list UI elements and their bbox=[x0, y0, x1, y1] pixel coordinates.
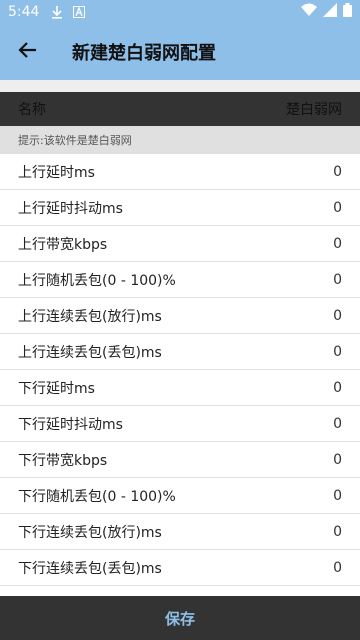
list-item[interactable]: 下行连续丢包(放行)ms 0 bbox=[0, 514, 360, 550]
list-item[interactable]: 上行连续丢包(丢包)ms 0 bbox=[0, 334, 360, 370]
item-value[interactable]: 0 bbox=[333, 452, 342, 468]
list-item[interactable]: 下行延时ms 0 bbox=[0, 370, 360, 406]
status-time: 5:44 bbox=[8, 4, 40, 20]
item-value[interactable]: 0 bbox=[333, 524, 342, 540]
item-label: 上行延时抖动ms bbox=[18, 200, 123, 217]
item-label: 下行连续丢包(放行)ms bbox=[18, 524, 162, 541]
status-bar: 5:44 bbox=[0, 0, 360, 24]
item-value[interactable]: 0 bbox=[333, 200, 342, 216]
item-value[interactable]: 0 bbox=[333, 488, 342, 504]
back-button[interactable] bbox=[0, 24, 56, 80]
name-row[interactable]: 名称 楚白弱网 bbox=[0, 92, 360, 126]
item-value[interactable]: 0 bbox=[333, 416, 342, 432]
item-label: 下行随机丢包(0 - 100)% bbox=[18, 488, 176, 505]
item-value[interactable]: 0 bbox=[333, 164, 342, 180]
item-label: 下行延时ms bbox=[18, 380, 95, 397]
name-value[interactable]: 楚白弱网 bbox=[286, 99, 342, 119]
item-value[interactable]: 0 bbox=[333, 380, 342, 396]
list-item[interactable]: 上行带宽kbps 0 bbox=[0, 226, 360, 262]
list-item[interactable]: 下行随机丢包(0 - 100)% 0 bbox=[0, 478, 360, 514]
list-item[interactable]: 上行延时ms 0 bbox=[0, 154, 360, 190]
save-button[interactable]: 保存 bbox=[0, 596, 360, 640]
item-label: 上行连续丢包(丢包)ms bbox=[18, 344, 162, 361]
download-icon bbox=[51, 5, 63, 19]
item-label: 上行延时ms bbox=[18, 164, 95, 181]
item-label: 上行连续丢包(放行)ms bbox=[18, 308, 162, 325]
list-item[interactable]: 下行带宽kbps 0 bbox=[0, 442, 360, 478]
page-title: 新建楚白弱网配置 bbox=[72, 43, 216, 64]
settings-list: 上行延时ms 0 上行延时抖动ms 0 上行带宽kbps 0 上行随机丢包(0 - 1… bbox=[0, 154, 360, 590]
arrow-left-icon bbox=[18, 40, 38, 64]
name-label: 名称 bbox=[18, 102, 46, 118]
battery-icon bbox=[343, 3, 352, 21]
app-bar: 新建楚白弱网配置 bbox=[0, 24, 360, 80]
item-label: 下行延时抖动ms bbox=[18, 416, 123, 433]
hint-text: 提示:该软件是楚白弱网 bbox=[0, 126, 360, 154]
list-item[interactable]: 上行连续丢包(放行)ms 0 bbox=[0, 298, 360, 334]
item-value[interactable]: 0 bbox=[333, 272, 342, 288]
signal-icon bbox=[323, 3, 337, 21]
item-value[interactable]: 0 bbox=[333, 560, 342, 576]
item-label: 上行随机丢包(0 - 100)% bbox=[18, 272, 176, 289]
spacer bbox=[0, 80, 360, 92]
list-item[interactable]: 下行延时抖动ms 0 bbox=[0, 406, 360, 442]
item-value[interactable]: 0 bbox=[333, 236, 342, 252]
item-value[interactable]: 0 bbox=[333, 308, 342, 324]
item-label: 下行带宽kbps bbox=[18, 452, 108, 469]
wifi-icon bbox=[301, 3, 317, 21]
item-label: 上行带宽kbps bbox=[18, 236, 108, 253]
list-item[interactable]: 上行延时抖动ms 0 bbox=[0, 190, 360, 226]
a-box-icon bbox=[73, 6, 86, 18]
item-label: 下行连续丢包(丢包)ms bbox=[18, 560, 162, 577]
list-item[interactable]: 上行随机丢包(0 - 100)% 0 bbox=[0, 262, 360, 298]
item-value[interactable]: 0 bbox=[333, 344, 342, 360]
list-item[interactable]: 下行连续丢包(丢包)ms 0 bbox=[0, 550, 360, 586]
